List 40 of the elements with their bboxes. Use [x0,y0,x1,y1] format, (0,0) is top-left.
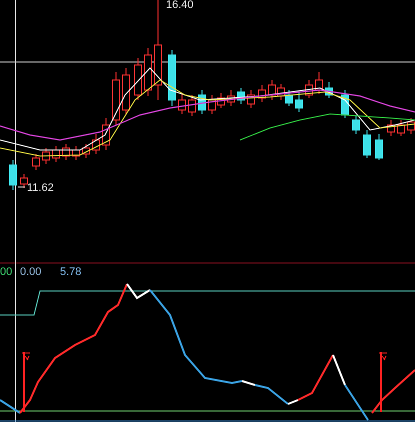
candlestick [188,94,196,116]
candlestick [62,144,70,160]
indicator-value: 00 [0,266,12,278]
candlestick [102,118,110,150]
candlestick [325,82,333,98]
candlestick [305,80,313,98]
candlestick [407,118,415,134]
candlestick [52,146,60,162]
candlestick [144,48,152,96]
candlestick [237,88,245,104]
price-label: 16.40 [166,0,194,11]
candlestick [315,72,323,94]
candlestick [198,90,206,114]
candlestick [112,72,120,126]
candlestick [134,58,142,100]
candlestick [9,160,17,190]
candlestick [92,134,100,154]
candlestick [375,134,383,160]
signal-marker-icon [378,352,388,412]
candlestick [82,144,90,158]
candlestick [178,94,186,114]
indicator-value: 0.00 [20,266,42,278]
candlestick [387,120,395,136]
candlestick [32,154,40,170]
candlestick [295,92,303,112]
candlestick [397,120,405,136]
candlestick [341,90,349,118]
candlestick [122,68,130,116]
price-label: 11.62 [27,182,54,194]
candlestick [72,146,80,160]
candlestick [258,84,266,102]
indicator-value: 5.78 [60,266,82,278]
signal-marker-icon [22,352,30,412]
candlestick [352,114,360,134]
candlestick [227,90,235,106]
candlestick [42,148,50,164]
candlestick [20,174,28,188]
candlestick [168,50,176,106]
candlestick [363,130,371,158]
candlestick [247,90,255,108]
